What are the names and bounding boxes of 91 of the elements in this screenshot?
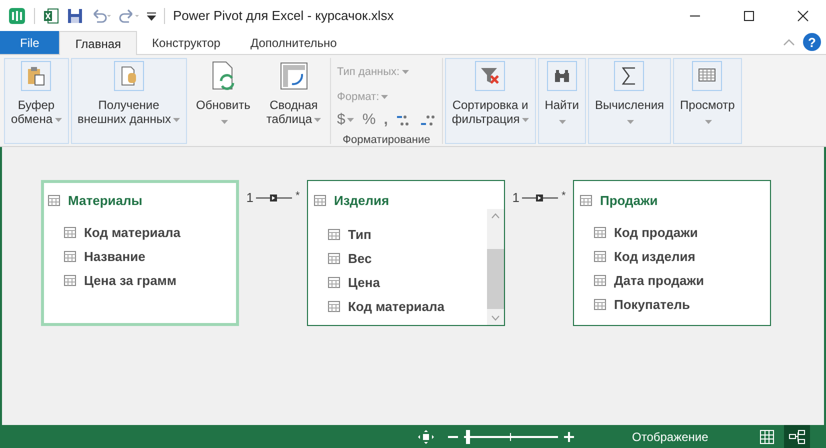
sigma-icon <box>622 67 636 85</box>
cardinality-label: 1 <box>512 189 520 207</box>
group-label: Форматирование <box>342 132 430 148</box>
customize-toolbar-icon[interactable] <box>147 12 156 20</box>
column-name[interactable]: Тип <box>348 224 372 244</box>
zoom-slider[interactable] <box>464 430 558 444</box>
ribbon-button[interactable]: Просмотр <box>677 61 738 128</box>
column-icon <box>314 195 326 206</box>
spreadsheet-icon[interactable] <box>43 8 59 24</box>
column-icon <box>580 195 592 206</box>
refresh-document-icon <box>211 61 236 91</box>
ribbon-tab[interactable]: Конструктор <box>137 31 236 54</box>
column-name[interactable]: Цена <box>348 272 380 292</box>
column-icon <box>328 253 340 264</box>
cardinality-label: * <box>561 188 566 204</box>
ribbon-button[interactable]: Вычисления <box>592 61 668 128</box>
table-title: Изделия <box>334 192 390 210</box>
caret-icon <box>314 118 322 122</box>
column-icon <box>48 195 60 206</box>
column-icon <box>64 275 76 286</box>
undo-icon[interactable] <box>91 9 111 23</box>
caret-icon <box>559 120 566 124</box>
column-icon <box>328 277 340 288</box>
cardinality-label: * <box>295 188 300 204</box>
column-icon <box>64 251 76 262</box>
column-name[interactable]: Название <box>84 246 146 266</box>
ribbon-tab[interactable]: Главная <box>59 31 138 55</box>
grid-icon <box>760 430 774 444</box>
window-title: Power Pivot для Excel - курсачок.xlsx <box>173 7 394 26</box>
scrollbar[interactable] <box>487 209 504 325</box>
ribbon-button[interactable]: Найти <box>542 61 582 128</box>
clipboard-icon <box>27 66 46 86</box>
column-name[interactable]: Код материала <box>84 222 180 242</box>
ribbon-tab[interactable]: File <box>0 31 60 54</box>
caret-icon <box>347 118 354 122</box>
pivot-table-icon <box>280 62 308 90</box>
column-name[interactable]: Код изделия <box>614 246 696 266</box>
ribbon-button[interactable]: Буфер обмена <box>8 61 65 126</box>
column-icon <box>594 251 606 262</box>
cardinality-label: 1 <box>246 189 254 207</box>
comma-button[interactable]: , <box>384 109 388 132</box>
ribbon-button[interactable]: Получение внешних данных <box>74 61 184 126</box>
caret-icon <box>402 70 409 74</box>
column-name[interactable]: Покупатель <box>614 294 690 314</box>
column-name[interactable]: Дата продажи <box>614 270 704 290</box>
column-icon <box>328 229 340 240</box>
column-icon <box>328 301 340 312</box>
table-card[interactable]: Материалы Код материала Название Цена за грамм <box>41 180 239 326</box>
column-icon <box>594 299 606 310</box>
app-logo-icon[interactable] <box>8 7 26 25</box>
column-icon <box>64 227 76 238</box>
help-icon[interactable]: ? <box>803 33 821 51</box>
ribbon-button[interactable]: Сводная таблица <box>263 61 324 126</box>
table-card[interactable]: Изделия Тип Вес Цена Код материала <box>307 180 505 326</box>
zoom-slider-thumb[interactable] <box>466 430 470 444</box>
scrollbar-thumb[interactable] <box>487 249 504 309</box>
diagram-icon <box>789 430 805 444</box>
document-database-icon <box>120 66 138 86</box>
decrease-decimal-icon[interactable] <box>420 114 436 126</box>
relationship-line[interactable] <box>522 194 558 202</box>
currency-button[interactable]: $ <box>337 109 354 132</box>
column-icon <box>594 275 606 286</box>
view-button[interactable] <box>784 425 810 448</box>
caret-icon <box>220 120 228 124</box>
table-title: Продажи <box>600 192 658 210</box>
ribbon-tab[interactable]: Дополнительно <box>235 31 352 54</box>
caret-icon <box>173 118 180 122</box>
caret-icon <box>381 94 388 99</box>
ribbon-button[interactable]: Сортировка и фильтрация <box>448 61 532 126</box>
caret-icon <box>522 118 529 122</box>
ribbon-button[interactable]: Обновить <box>193 61 254 128</box>
grid-view-icon <box>698 68 716 84</box>
column-name[interactable]: Код продажи <box>614 222 698 242</box>
caret-icon <box>54 118 62 122</box>
column-name[interactable]: Вес <box>348 248 372 268</box>
table-title: Материалы <box>68 192 142 210</box>
save-icon[interactable] <box>67 8 83 24</box>
column-name[interactable]: Цена за грамм <box>84 270 177 290</box>
zoom-in-icon[interactable] <box>562 430 576 444</box>
fit-to-screen-icon[interactable] <box>418 430 434 444</box>
caret-icon <box>626 120 634 124</box>
relationship-line[interactable] <box>256 194 292 202</box>
column-name[interactable]: Код материала <box>348 296 444 316</box>
view-label: Отображение <box>632 428 708 446</box>
binoculars-icon <box>554 69 570 83</box>
percent-button[interactable]: % <box>362 109 376 132</box>
table-card[interactable]: Продажи Код продажи Код изделия Дата продажи Покупатель <box>573 180 771 326</box>
filter-clear-icon <box>480 67 500 85</box>
column-icon <box>594 227 606 238</box>
redo-icon[interactable] <box>119 9 139 23</box>
caret-icon <box>704 120 712 124</box>
